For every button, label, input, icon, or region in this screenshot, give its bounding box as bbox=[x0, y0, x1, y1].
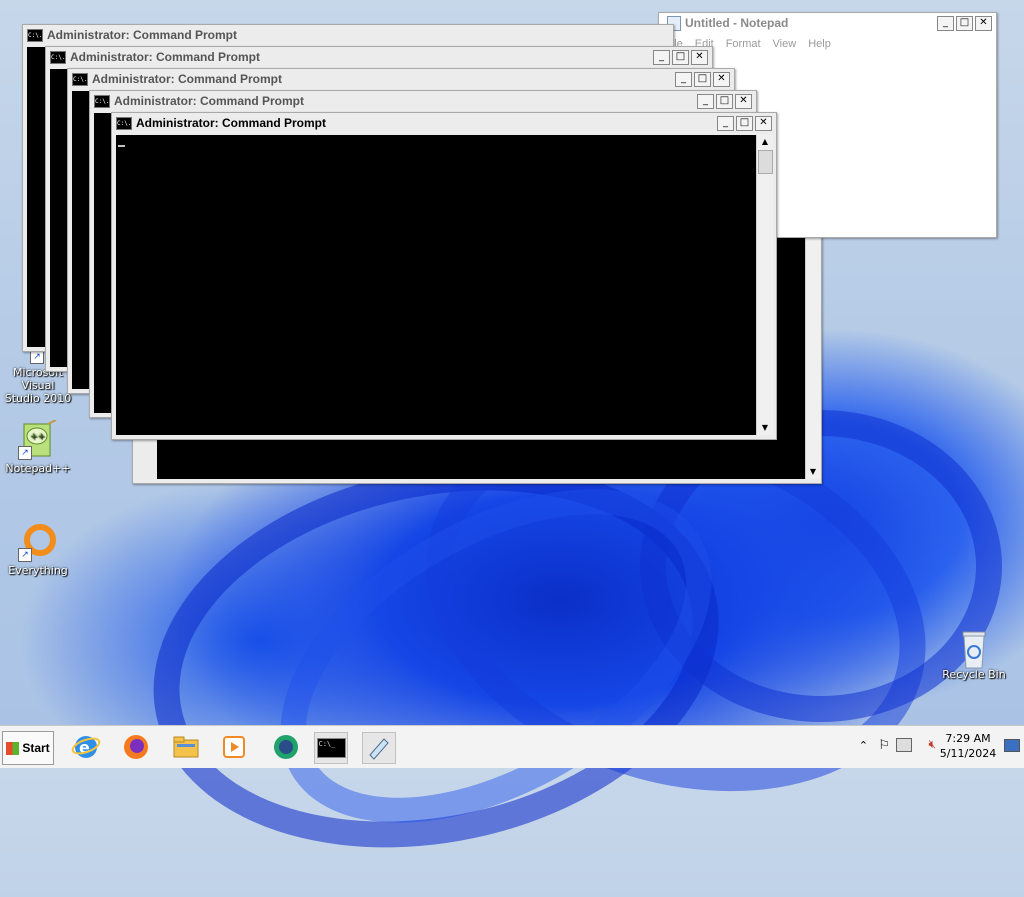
minimize-button[interactable]: _ bbox=[653, 50, 670, 65]
text-cursor bbox=[118, 145, 125, 147]
clock[interactable]: 7:29 AM 5/11/2024 bbox=[938, 731, 998, 761]
menu-help[interactable]: Help bbox=[808, 38, 831, 50]
minimize-button[interactable]: _ bbox=[937, 16, 954, 31]
maximize-button[interactable]: □ bbox=[694, 72, 711, 87]
cmd-title: Administrator: Command Prompt bbox=[47, 28, 238, 42]
firefox-icon[interactable] bbox=[120, 732, 152, 762]
network-icon[interactable] bbox=[896, 738, 912, 752]
close-button[interactable]: ✕ bbox=[713, 72, 730, 87]
maximize-button[interactable]: □ bbox=[956, 16, 973, 31]
console-area[interactable] bbox=[116, 135, 756, 435]
cmd-titlebar[interactable]: C:\. Administrator: Command Prompt _ □ ✕ bbox=[90, 91, 756, 111]
cmd-titlebar[interactable]: C:\. Administrator: Command Prompt _ □ ✕ bbox=[46, 47, 712, 67]
notepad-title: Untitled - Notepad bbox=[685, 16, 789, 30]
windows-logo-icon bbox=[6, 741, 20, 755]
cmd-title: Administrator: Command Prompt bbox=[92, 72, 283, 86]
volume-muted-icon[interactable]: 🔇︎ bbox=[928, 737, 936, 752]
close-button[interactable]: ✕ bbox=[975, 16, 992, 31]
command-prompt-icon[interactable]: C:\_ bbox=[314, 732, 348, 764]
minimize-button[interactable]: _ bbox=[717, 116, 734, 131]
command-prompt-icon: C:\. bbox=[27, 28, 43, 42]
show-hidden-icons-icon[interactable]: ⌃ bbox=[859, 739, 868, 752]
file-explorer-icon[interactable] bbox=[170, 732, 202, 762]
scroll-thumb[interactable] bbox=[758, 150, 773, 174]
maximize-button[interactable]: □ bbox=[736, 116, 753, 131]
menu-view[interactable]: View bbox=[773, 38, 797, 50]
maximize-button[interactable]: □ bbox=[672, 50, 689, 65]
command-prompt-icon: C:\. bbox=[116, 116, 132, 130]
desktop-icon-everything[interactable]: ↗ Everything bbox=[2, 522, 74, 577]
desktop-icon-label: Everything bbox=[8, 564, 68, 577]
desktop-icon-notepad-plus-plus[interactable]: ++ ↗ Notepad++ bbox=[2, 419, 74, 475]
recycle-bin-icon bbox=[954, 626, 994, 669]
cmd-titlebar[interactable]: C:\. Administrator: Command Prompt _ □ ✕ bbox=[112, 113, 776, 133]
show-desktop-icon[interactable] bbox=[1004, 739, 1020, 752]
everything-search-icon: ↗ bbox=[18, 522, 58, 562]
media-player-icon[interactable] bbox=[218, 732, 250, 762]
taskbar: Start e C:\_ ⌃ ⚐ 🔇︎ 7:29 AM 5/11/2024 bbox=[0, 725, 1024, 768]
clock-date: 5/11/2024 bbox=[939, 747, 997, 760]
webex-icon[interactable] bbox=[270, 732, 302, 762]
command-prompt-window-active[interactable]: C:\. Administrator: Command Prompt _ □ ✕… bbox=[111, 112, 777, 440]
internet-explorer-icon[interactable]: e bbox=[70, 732, 102, 762]
notepad-icon[interactable] bbox=[362, 732, 396, 764]
console-area[interactable] bbox=[27, 47, 47, 347]
start-button[interactable]: Start bbox=[2, 731, 54, 765]
svg-text:++: ++ bbox=[30, 432, 45, 442]
desktop-icon-label: Studio 2010 bbox=[4, 392, 72, 405]
cmd-title: Administrator: Command Prompt bbox=[114, 94, 305, 108]
desktop-icon-recycle-bin[interactable]: Recycle Bin bbox=[938, 626, 1010, 681]
command-prompt-icon: C:\. bbox=[50, 50, 66, 64]
start-label: Start bbox=[22, 741, 50, 755]
close-button[interactable]: ✕ bbox=[735, 94, 752, 109]
scroll-down-arrow[interactable]: ▼ bbox=[806, 465, 820, 479]
action-center-flag-icon[interactable]: ⚐ bbox=[878, 738, 890, 753]
scroll-down-arrow[interactable]: ▼ bbox=[757, 421, 773, 435]
scrollbar[interactable]: ▲ ▼ bbox=[756, 135, 773, 435]
notepad-titlebar[interactable]: Untitled - Notepad _ □ ✕ bbox=[659, 13, 996, 33]
minimize-button[interactable]: _ bbox=[675, 72, 692, 87]
close-button[interactable]: ✕ bbox=[691, 50, 708, 65]
command-prompt-icon: C:\. bbox=[72, 72, 88, 86]
cmd-titlebar[interactable]: C:\. Administrator: Command Prompt bbox=[23, 25, 673, 45]
desktop-icon-label: Notepad++ bbox=[5, 462, 71, 475]
clock-time: 7:29 AM bbox=[945, 732, 991, 745]
maximize-button[interactable]: □ bbox=[716, 94, 733, 109]
command-prompt-icon: C:\. bbox=[94, 94, 110, 108]
notepad-plus-plus-icon: ++ ↗ bbox=[18, 419, 58, 460]
cmd-title: Administrator: Command Prompt bbox=[136, 116, 327, 130]
menu-format[interactable]: Format bbox=[726, 38, 761, 50]
scroll-up-arrow[interactable]: ▲ bbox=[757, 135, 773, 149]
minimize-button[interactable]: _ bbox=[697, 94, 714, 109]
close-button[interactable]: ✕ bbox=[755, 116, 772, 131]
cmd-title: Administrator: Command Prompt bbox=[70, 50, 261, 64]
cmd-titlebar[interactable]: C:\. Administrator: Command Prompt _ □ ✕ bbox=[68, 69, 734, 89]
